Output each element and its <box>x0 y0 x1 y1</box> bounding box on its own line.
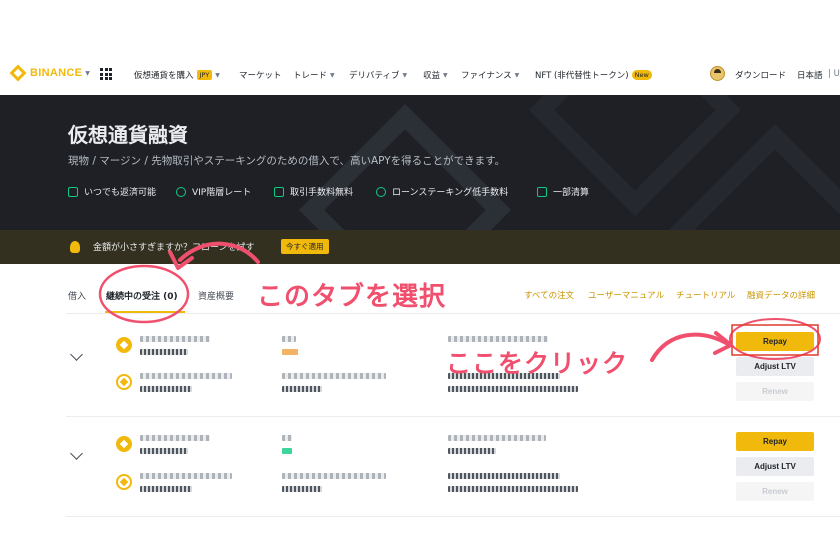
nav-item-label: 収益 <box>423 71 441 81</box>
chevron-down-icon: ▼ <box>330 71 335 79</box>
divider <box>66 313 840 314</box>
redacted-text <box>140 349 188 355</box>
loan-order-row: Repay Adjust LTV Renew <box>66 422 840 517</box>
redacted-text <box>140 473 232 479</box>
adjust-ltv-button[interactable]: Adjust LTV <box>736 457 814 476</box>
chevron-down-icon: ▼ <box>85 69 90 77</box>
chevron-down-icon[interactable] <box>70 447 83 460</box>
all-orders-link[interactable]: すべての注文 <box>524 289 574 301</box>
nav-item-label: トレード <box>293 71 328 81</box>
redacted-text <box>282 448 292 454</box>
page-title: 仮想通貨融資 <box>68 123 188 147</box>
redacted-text <box>448 386 578 392</box>
bnb-coin-icon <box>116 474 132 490</box>
chevron-down-icon[interactable] <box>70 348 83 361</box>
nav-item-earn[interactable]: 収益 ▼ <box>423 69 448 81</box>
avatar[interactable] <box>710 66 725 81</box>
redacted-text <box>140 386 192 392</box>
busd-coin-icon <box>116 436 132 452</box>
adjust-ltv-button[interactable]: Adjust LTV <box>736 357 814 376</box>
tutorial-link[interactable]: チュートリアル <box>676 289 735 301</box>
new-badge: New <box>631 70 652 80</box>
redacted-text <box>448 486 578 492</box>
feature-repay-anytime: いつでも返済可能 <box>68 185 156 198</box>
redacted-text <box>282 336 296 342</box>
promo-text: 金額が小さすぎますか？フローンを試す <box>93 243 255 253</box>
tab-asset-overview[interactable]: 資産概要 <box>198 289 234 302</box>
repay-button[interactable]: Repay <box>736 432 814 451</box>
annotation-select-tab: このタブを選択 <box>257 282 447 312</box>
page-subtitle: 現物 / マージン / 先物取引やステーキングのための借入で、高いAPYを得るこ… <box>68 155 506 167</box>
apps-grid-icon[interactable] <box>100 68 112 80</box>
redacted-text <box>140 435 210 441</box>
apply-now-button[interactable]: 今すぐ適用 <box>281 239 329 254</box>
hero-banner: 仮想通貨融資 現物 / マージン / 先物取引やステーキングのための借入で、高い… <box>0 95 840 230</box>
nav-item-buy-crypto[interactable]: 仮想通貨を購入 JPY ▼ <box>134 69 220 81</box>
exchange-icon <box>274 186 284 197</box>
redacted-text <box>282 435 292 441</box>
redacted-text <box>448 435 546 441</box>
redacted-text <box>448 473 560 479</box>
user-manual-link[interactable]: ユーザーマニュアル <box>588 289 664 301</box>
currency-label: U <box>833 69 840 79</box>
feature-partial-liquidation: 一部清算 <box>537 185 589 198</box>
redacted-text <box>140 336 210 342</box>
nav-download[interactable]: ダウンロード <box>735 69 786 81</box>
chevron-down-icon: ▼ <box>514 71 520 79</box>
busd-coin-icon <box>116 337 132 353</box>
chevron-down-icon: ▼ <box>215 71 220 79</box>
promo-bar: 金額が小さすぎますか？フローンを試す 今すぐ適用 <box>0 230 840 264</box>
chevron-down-icon: ▼ <box>402 71 408 79</box>
top-nav: BINANCE ▼ 仮想通貨を購入 JPY ▼ マーケット トレード ▼ デリバ… <box>0 55 840 95</box>
chevron-down-icon: ▼ <box>443 71 448 79</box>
nav-item-label: ファイナンス <box>461 71 512 81</box>
language-label: 日本語 <box>797 71 823 81</box>
redacted-text <box>140 486 192 492</box>
chart-icon <box>537 186 547 197</box>
renew-button[interactable]: Renew <box>736 482 814 501</box>
redacted-text <box>282 386 322 392</box>
jpy-badge: JPY <box>196 70 213 80</box>
nav-item-label: NFT (非代替性トークン) <box>535 71 629 81</box>
redacted-text <box>140 373 232 379</box>
logo-text: BINANCE <box>30 67 83 79</box>
bnb-coin-icon <box>116 374 132 390</box>
medal-icon <box>68 186 78 197</box>
feature-vip-rate: VIP階層レート <box>176 185 251 198</box>
nav-item-nft[interactable]: NFT (非代替性トークン) New <box>535 69 652 81</box>
lightbulb-icon <box>70 241 80 253</box>
tab-ongoing-orders[interactable]: 継続中の受注 (0) <box>106 289 178 302</box>
redacted-text <box>282 373 386 379</box>
loan-data-link[interactable]: 融資データの詳細 <box>747 289 815 301</box>
nav-item-label: デリバティブ <box>349 71 400 81</box>
tab-borrow[interactable]: 借入 <box>68 289 86 302</box>
nav-item-finance[interactable]: ファイナンス ▼ <box>461 69 519 81</box>
nav-item-label: マーケット <box>239 71 282 81</box>
nav-item-derivatives[interactable]: デリバティブ ▼ <box>349 69 407 81</box>
annotation-click-here: ここをクリック <box>446 349 629 378</box>
redacted-text <box>282 349 298 355</box>
download-link: ダウンロード <box>735 71 787 81</box>
renew-button[interactable]: Renew <box>736 382 814 401</box>
repay-button[interactable]: Repay <box>736 332 814 351</box>
nav-item-label: 仮想通貨を購入 <box>134 71 194 81</box>
percent-icon <box>376 186 386 197</box>
feature-no-fee: 取引手数料無料 <box>274 185 353 198</box>
nav-item-trade[interactable]: トレード ▼ <box>293 69 335 81</box>
redacted-text <box>282 486 322 492</box>
nav-currency[interactable]: | U <box>828 69 840 79</box>
feature-low-fee: ローンステーキング低手数料 <box>376 185 508 198</box>
redacted-text <box>282 473 386 479</box>
redacted-text <box>448 448 496 454</box>
nav-item-markets[interactable]: マーケット <box>239 69 282 81</box>
nav-language[interactable]: 日本語 <box>797 69 823 81</box>
redacted-text <box>140 448 188 454</box>
check-circle-icon <box>176 186 186 197</box>
binance-logo[interactable]: BINANCE ▼ <box>9 64 90 82</box>
redacted-text <box>448 336 548 342</box>
binance-logo-icon <box>9 64 27 82</box>
